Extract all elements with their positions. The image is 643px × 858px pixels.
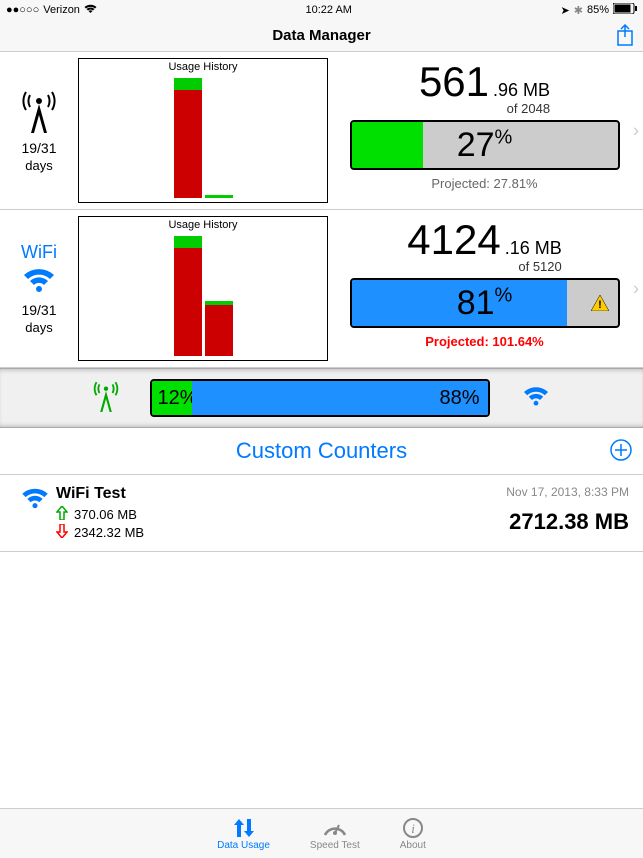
counter-wifi-icon — [18, 485, 52, 516]
wifi-row[interactable]: WiFi 19/31 days Usage History 4124 .16 M… — [0, 210, 643, 368]
bluetooth-icon: ✱ — [574, 4, 583, 17]
cellular-used-dec: .96 MB — [493, 80, 550, 101]
download-arrow-icon — [56, 524, 68, 541]
custom-counters-header: Custom Counters — [0, 428, 643, 475]
wifi-used-int: 4124 — [407, 216, 500, 264]
cellular-percent-bar: 27% — [350, 120, 620, 170]
wifi-status-icon — [84, 4, 97, 17]
cellular-days: 19/31 — [21, 140, 56, 156]
status-bar: ●●○○○ Verizon 10:22 AM ➤ ✱ 85% — [0, 0, 643, 20]
tab-about[interactable]: i About — [400, 817, 426, 851]
tab-bar: Data Usage Speed Test i About — [0, 808, 643, 858]
counter-date: Nov 17, 2013, 8:33 PM — [506, 485, 629, 499]
wifi-projected: Projected: 101.64% — [425, 334, 544, 349]
chevron-right-icon: › — [633, 278, 639, 299]
svg-text:i: i — [411, 821, 415, 836]
wifi-percent-bar: 81% ! — [350, 278, 620, 328]
upload-arrow-icon — [56, 506, 68, 523]
wifi-history-chart: Usage History — [78, 216, 328, 361]
cell-tower-small-icon — [92, 380, 120, 417]
page-title: Data Manager — [272, 27, 370, 44]
add-counter-button[interactable] — [609, 438, 633, 468]
split-wifi-pct: 88% — [439, 387, 479, 410]
battery-icon — [613, 3, 637, 17]
wifi-of: of 5120 — [518, 259, 561, 274]
cellular-used-int: 561 — [419, 58, 489, 106]
signal-dots-icon: ●●○○○ — [6, 4, 39, 16]
tab-data-usage[interactable]: Data Usage — [217, 817, 270, 851]
location-icon: ➤ — [561, 4, 570, 17]
cellular-row[interactable]: 19/31 days Usage History 561 .96 MB of 2… — [0, 52, 643, 210]
cellular-of: of 2048 — [507, 101, 550, 116]
cellular-history-chart: Usage History — [78, 58, 328, 203]
svg-text:!: ! — [598, 299, 602, 311]
nav-bar: Data Manager — [0, 20, 643, 52]
battery-pct: 85% — [587, 4, 609, 16]
clock: 10:22 AM — [305, 4, 351, 16]
share-button[interactable] — [615, 23, 635, 52]
counter-download: 2342.32 MB — [74, 525, 144, 540]
counter-row[interactable]: WiFi Test 370.06 MB 2342.32 MB Nov 17, 2… — [0, 475, 643, 552]
wifi-small-icon — [520, 384, 552, 413]
wifi-days: 19/31 — [21, 302, 56, 318]
split-bar: 12% 88% — [150, 379, 490, 417]
counter-total: 2712.38 MB — [506, 509, 629, 535]
wifi-icon — [19, 265, 59, 300]
split-row: 12% 88% — [0, 368, 643, 428]
warning-icon: ! — [585, 283, 615, 323]
tab-speed-test[interactable]: Speed Test — [310, 817, 360, 851]
counter-upload: 370.06 MB — [74, 507, 137, 522]
cell-tower-icon — [20, 89, 58, 138]
cellular-days-label: days — [25, 158, 52, 173]
counter-name: WiFi Test — [56, 485, 506, 503]
wifi-days-label: days — [25, 320, 52, 335]
chevron-right-icon: › — [633, 120, 639, 141]
carrier-label: Verizon — [43, 4, 80, 16]
wifi-used-dec: .16 MB — [505, 238, 562, 259]
wifi-label: WiFi — [21, 242, 57, 263]
cellular-projected: Projected: 27.81% — [431, 176, 537, 191]
